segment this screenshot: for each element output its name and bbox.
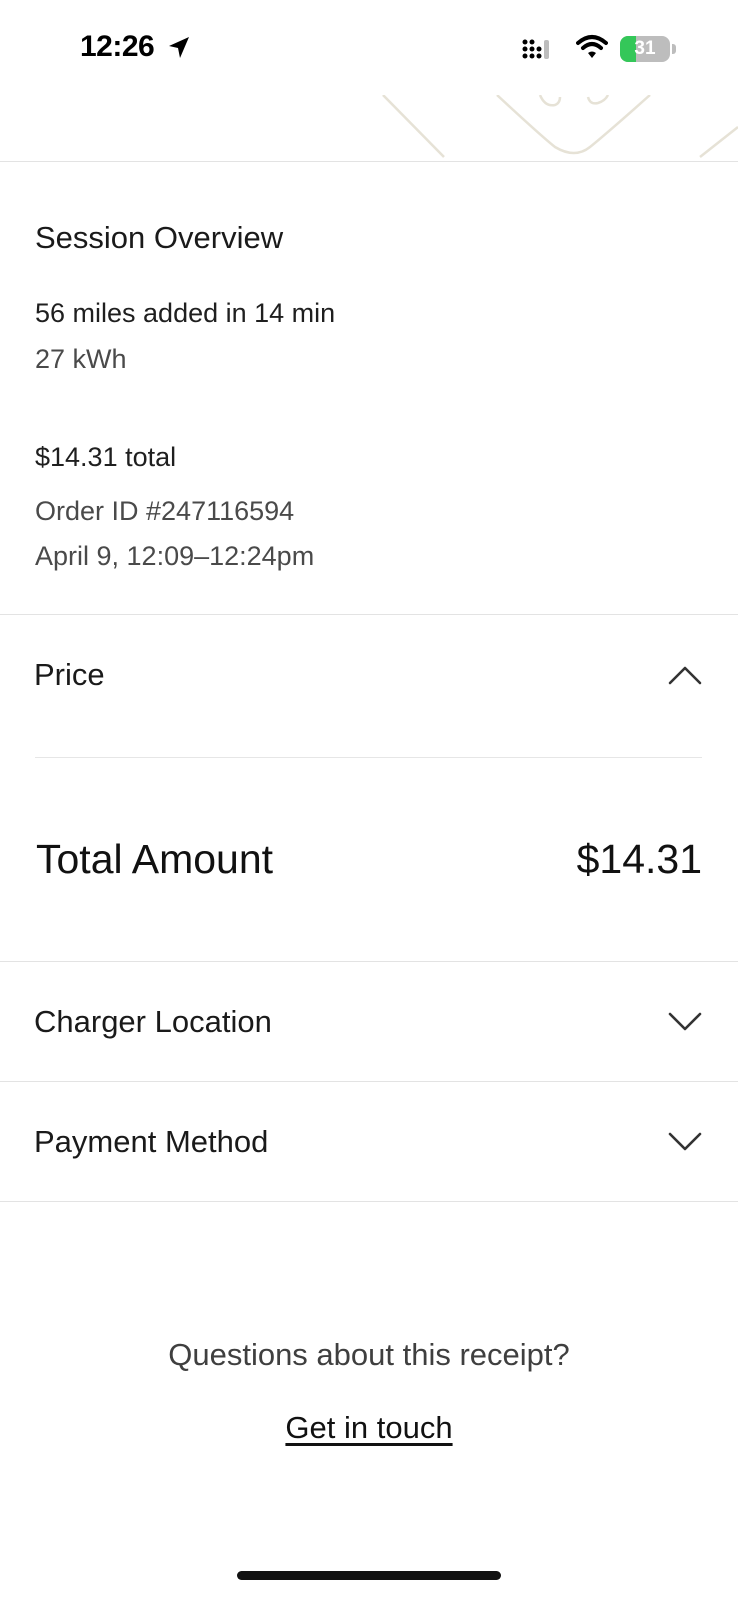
get-in-touch-link[interactable]: Get in touch	[285, 1410, 452, 1445]
chevron-up-icon[interactable]	[668, 665, 702, 685]
charger-location-label: Charger Location	[34, 1004, 272, 1039]
wifi-icon	[576, 35, 608, 58]
cellular-signal-icon	[522, 39, 549, 59]
battery-percent: 31	[634, 38, 656, 59]
location-arrow-icon	[169, 37, 189, 58]
price-label: Price	[34, 657, 105, 692]
total-line: $14.31 total	[35, 442, 177, 472]
chevron-down-icon[interactable]	[668, 1132, 702, 1152]
status-time: 12:26	[80, 30, 155, 63]
order-id: Order ID #247116594	[35, 496, 295, 526]
charger-location-row[interactable]: Charger Location	[0, 962, 738, 1080]
price-inner-divider	[35, 757, 702, 758]
energy-text: 27 kWh	[35, 344, 127, 374]
get-in-touch-container: Get in touch	[0, 1410, 738, 1446]
payment-divider	[0, 1201, 738, 1202]
total-amount-label: Total Amount	[36, 836, 274, 882]
total-amount-value: $14.31	[576, 836, 702, 882]
home-indicator[interactable]	[237, 1571, 501, 1580]
chevron-down-icon[interactable]	[668, 1012, 702, 1032]
session-date-time: April 9, 12:09–12:24pm	[35, 541, 315, 571]
header-illustration	[382, 95, 738, 158]
payment-method-label: Payment Method	[34, 1124, 269, 1159]
price-section-header[interactable]: Price	[0, 615, 738, 745]
payment-method-row[interactable]: Payment Method	[0, 1082, 738, 1200]
header-divider	[0, 161, 738, 162]
miles-added-text: 56 miles added in 14 min	[35, 298, 336, 328]
receipt-question: Questions about this receipt?	[168, 1337, 570, 1372]
session-overview-title: Session Overview	[35, 220, 284, 255]
